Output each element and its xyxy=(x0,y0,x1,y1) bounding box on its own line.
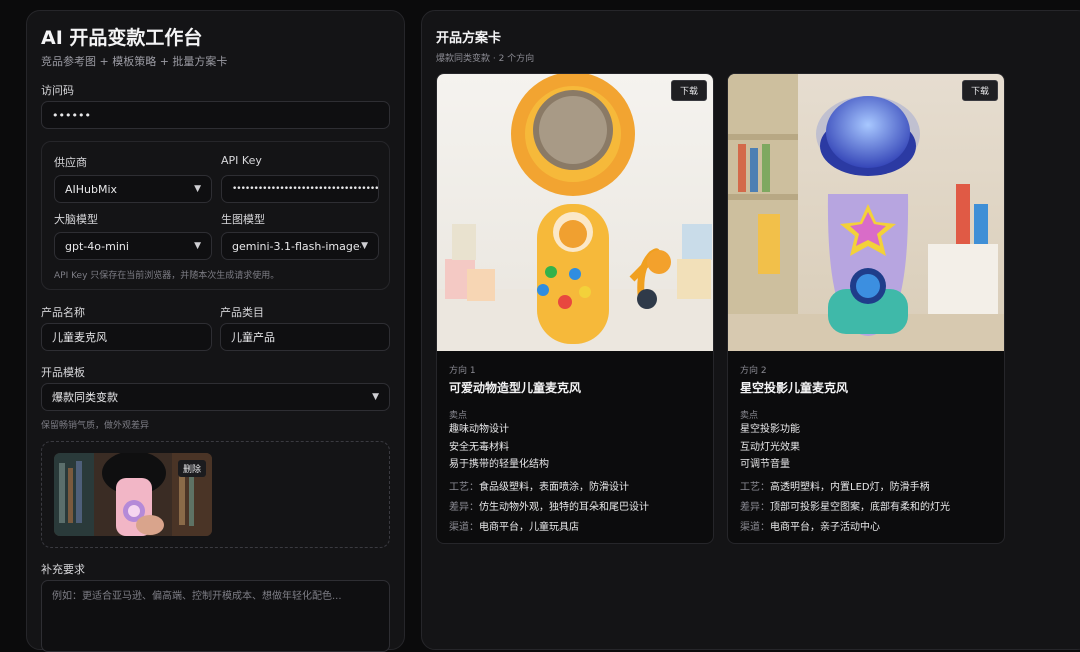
apikey-input[interactable]: •••••••••••••••••••••••••••••••••• xyxy=(221,175,379,203)
channel-key: 渠道： xyxy=(740,521,770,533)
product-name-input[interactable]: 儿童麦克风 xyxy=(41,323,212,351)
plan-card: 下载 方向 2 星空投影儿童麦克风 卖点 星空投影功能 互动灯光效果 可调节音量… xyxy=(727,73,1005,544)
diff-value: 仿生动物外观，独特的耳朵和尾巴设计 xyxy=(479,501,649,513)
results-subtitle: 爆款同类变款 · 2 个方向 xyxy=(436,54,535,64)
supplier-label: 供应商 xyxy=(54,156,87,169)
extra-requirements-label: 补充要求 xyxy=(41,563,85,576)
image-model-select[interactable]: gemini-3.1-flash-image-p ▼ xyxy=(221,232,379,260)
selling-points-label: 卖点 xyxy=(740,411,759,421)
delete-image-button[interactable]: 删除 xyxy=(177,460,206,477)
direction-label: 方向 2 xyxy=(740,366,767,376)
plan-title: 可爱动物造型儿童麦克风 xyxy=(449,381,582,395)
selling-point: 可调节音量 xyxy=(740,459,790,470)
page-subtitle: 竞品参考图 + 模板策略 + 批量方案卡 xyxy=(41,55,228,68)
plan-title: 星空投影儿童麦克风 xyxy=(740,381,849,395)
product-category-label: 产品类目 xyxy=(220,306,264,319)
diff-key: 差异： xyxy=(449,501,479,513)
results-panel: 开品方案卡 爆款同类变款 · 2 个方向 下载 方向 1 可爱动物造型儿童麦克风… xyxy=(421,10,1080,650)
template-hint: 保留畅销气质，做外观差异 xyxy=(41,421,150,431)
selling-point: 互动灯光效果 xyxy=(740,441,800,453)
product-category-input[interactable]: 儿童产品 xyxy=(220,323,390,351)
plan-card-body: 方向 2 星空投影儿童麦克风 卖点 星空投影功能 互动灯光效果 可调节音量 工艺… xyxy=(728,351,1004,543)
craft-value: 高透明塑料，内置LED灯，防滑手柄 xyxy=(770,481,930,493)
template-value: 爆款同类变款 xyxy=(52,391,118,404)
diff-value: 顶部可投影星空图案，底部有柔和的灯光 xyxy=(770,501,950,513)
extra-requirements-textarea[interactable]: 例如：更适合亚马逊、偏高端、控制开模成本、想做年轻化配色... xyxy=(41,580,390,652)
craft-row: 工艺：食品级塑料，表面喷涂，防滑设计 xyxy=(449,478,701,498)
selling-points-label: 卖点 xyxy=(449,411,468,421)
star-microphone-image xyxy=(728,74,1004,351)
diff-key: 差异： xyxy=(740,501,770,513)
chevron-down-icon: ▼ xyxy=(194,184,201,194)
plan-card-body: 方向 1 可爱动物造型儿童麦克风 卖点 趣味动物设计 安全无毒材料 易于携带的轻… xyxy=(437,351,713,543)
direction-label: 方向 1 xyxy=(449,366,476,376)
brain-model-value: gpt-4o-mini xyxy=(65,239,129,253)
page-title: AI 开品变款工作台 xyxy=(41,27,203,49)
channel-row: 渠道：电商平台，儿童玩具店 xyxy=(449,518,701,538)
chevron-down-icon: ▼ xyxy=(361,241,368,251)
selling-point: 安全无毒材料 xyxy=(449,441,509,453)
selling-point: 易于携带的轻量化结构 xyxy=(449,459,549,470)
selling-point: 趣味动物设计 xyxy=(449,424,509,435)
supplier-select[interactable]: AIHubMix ▼ xyxy=(54,175,212,203)
download-button[interactable]: 下载 xyxy=(961,80,998,101)
channel-value: 电商平台，亲子活动中心 xyxy=(770,521,880,533)
craft-key: 工艺： xyxy=(740,481,770,493)
brain-model-select[interactable]: gpt-4o-mini ▼ xyxy=(54,232,212,260)
plan-card-image: 下载 xyxy=(437,74,713,351)
image-model-value: gemini-3.1-flash-image-p xyxy=(232,239,362,253)
lion-microphone-image xyxy=(437,74,713,351)
image-model-label: 生图模型 xyxy=(221,213,265,226)
access-code-label: 访问码 xyxy=(41,84,74,97)
craft-key: 工艺： xyxy=(449,481,479,493)
template-select[interactable]: 爆款同类变款 ▼ xyxy=(41,383,390,411)
chevron-down-icon: ▼ xyxy=(372,392,379,402)
plan-card-image: 下载 xyxy=(728,74,1004,351)
plan-card: 下载 方向 1 可爱动物造型儿童麦克风 卖点 趣味动物设计 安全无毒材料 易于携… xyxy=(436,73,714,544)
channel-key: 渠道： xyxy=(449,521,479,533)
selling-point: 星空投影功能 xyxy=(740,424,800,435)
download-button[interactable]: 下载 xyxy=(670,80,707,101)
craft-value: 食品级塑料，表面喷涂，防滑设计 xyxy=(479,481,629,493)
craft-row: 工艺：高透明塑料，内置LED灯，防滑手柄 xyxy=(740,478,992,498)
product-name-label: 产品名称 xyxy=(41,306,85,319)
reference-image-thumbnail: 删除 xyxy=(54,453,212,536)
reference-upload-area[interactable]: 删除 xyxy=(41,441,390,548)
brain-model-label: 大脑模型 xyxy=(54,213,98,226)
provider-settings: 供应商 AIHubMix ▼ API Key •••••••••••••••••… xyxy=(41,141,390,290)
chevron-down-icon: ▼ xyxy=(194,241,201,251)
supplier-value: AIHubMix xyxy=(65,182,118,196)
template-label: 开品模板 xyxy=(41,366,85,379)
apikey-hint: API Key 只保存在当前浏览器，并随本次生成请求使用。 xyxy=(54,271,280,281)
apikey-label: API Key xyxy=(221,154,262,167)
config-panel: AI 开品变款工作台 竞品参考图 + 模板策略 + 批量方案卡 访问码 ••••… xyxy=(26,10,405,652)
channel-row: 渠道：电商平台，亲子活动中心 xyxy=(740,518,992,538)
access-code-input[interactable]: •••••• xyxy=(41,101,390,129)
diff-row: 差异：仿生动物外观，独特的耳朵和尾巴设计 xyxy=(449,498,701,518)
results-title: 开品方案卡 xyxy=(436,31,502,46)
channel-value: 电商平台，儿童玩具店 xyxy=(479,521,579,533)
diff-row: 差异：顶部可投影星空图案，底部有柔和的灯光 xyxy=(740,498,992,518)
